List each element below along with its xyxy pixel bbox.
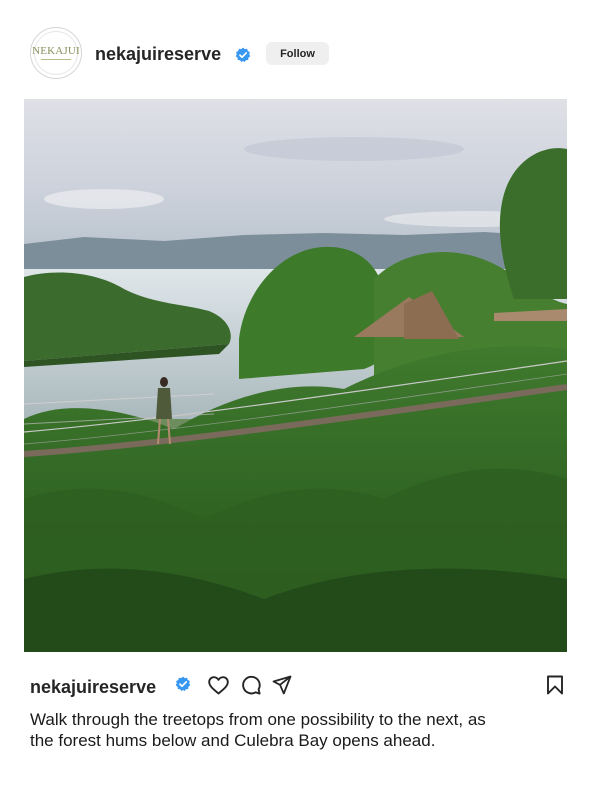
avatar-logo-text: NEKAJUI xyxy=(32,45,80,57)
caption-username[interactable]: nekajuireserve xyxy=(30,676,156,698)
heart-icon[interactable] xyxy=(207,674,229,696)
bookmark-icon[interactable] xyxy=(544,674,566,696)
send-icon[interactable] xyxy=(271,674,293,696)
avatar[interactable]: NEKAJUI xyxy=(30,27,82,79)
post-image-scene xyxy=(24,99,567,652)
post-image[interactable] xyxy=(24,99,567,652)
post-header: NEKAJUI nekajuireserve Follow xyxy=(0,0,590,100)
post-caption: Walk through the treetops from one possi… xyxy=(30,710,486,750)
avatar-logo: NEKAJUI xyxy=(32,31,80,75)
comment-icon[interactable] xyxy=(240,674,262,696)
follow-button[interactable]: Follow xyxy=(266,42,329,65)
person xyxy=(160,377,168,387)
avatar-logo-underline xyxy=(41,59,71,60)
verified-badge-icon xyxy=(235,47,251,63)
verified-badge-icon xyxy=(175,676,191,692)
header-username[interactable]: nekajuireserve xyxy=(95,43,221,65)
